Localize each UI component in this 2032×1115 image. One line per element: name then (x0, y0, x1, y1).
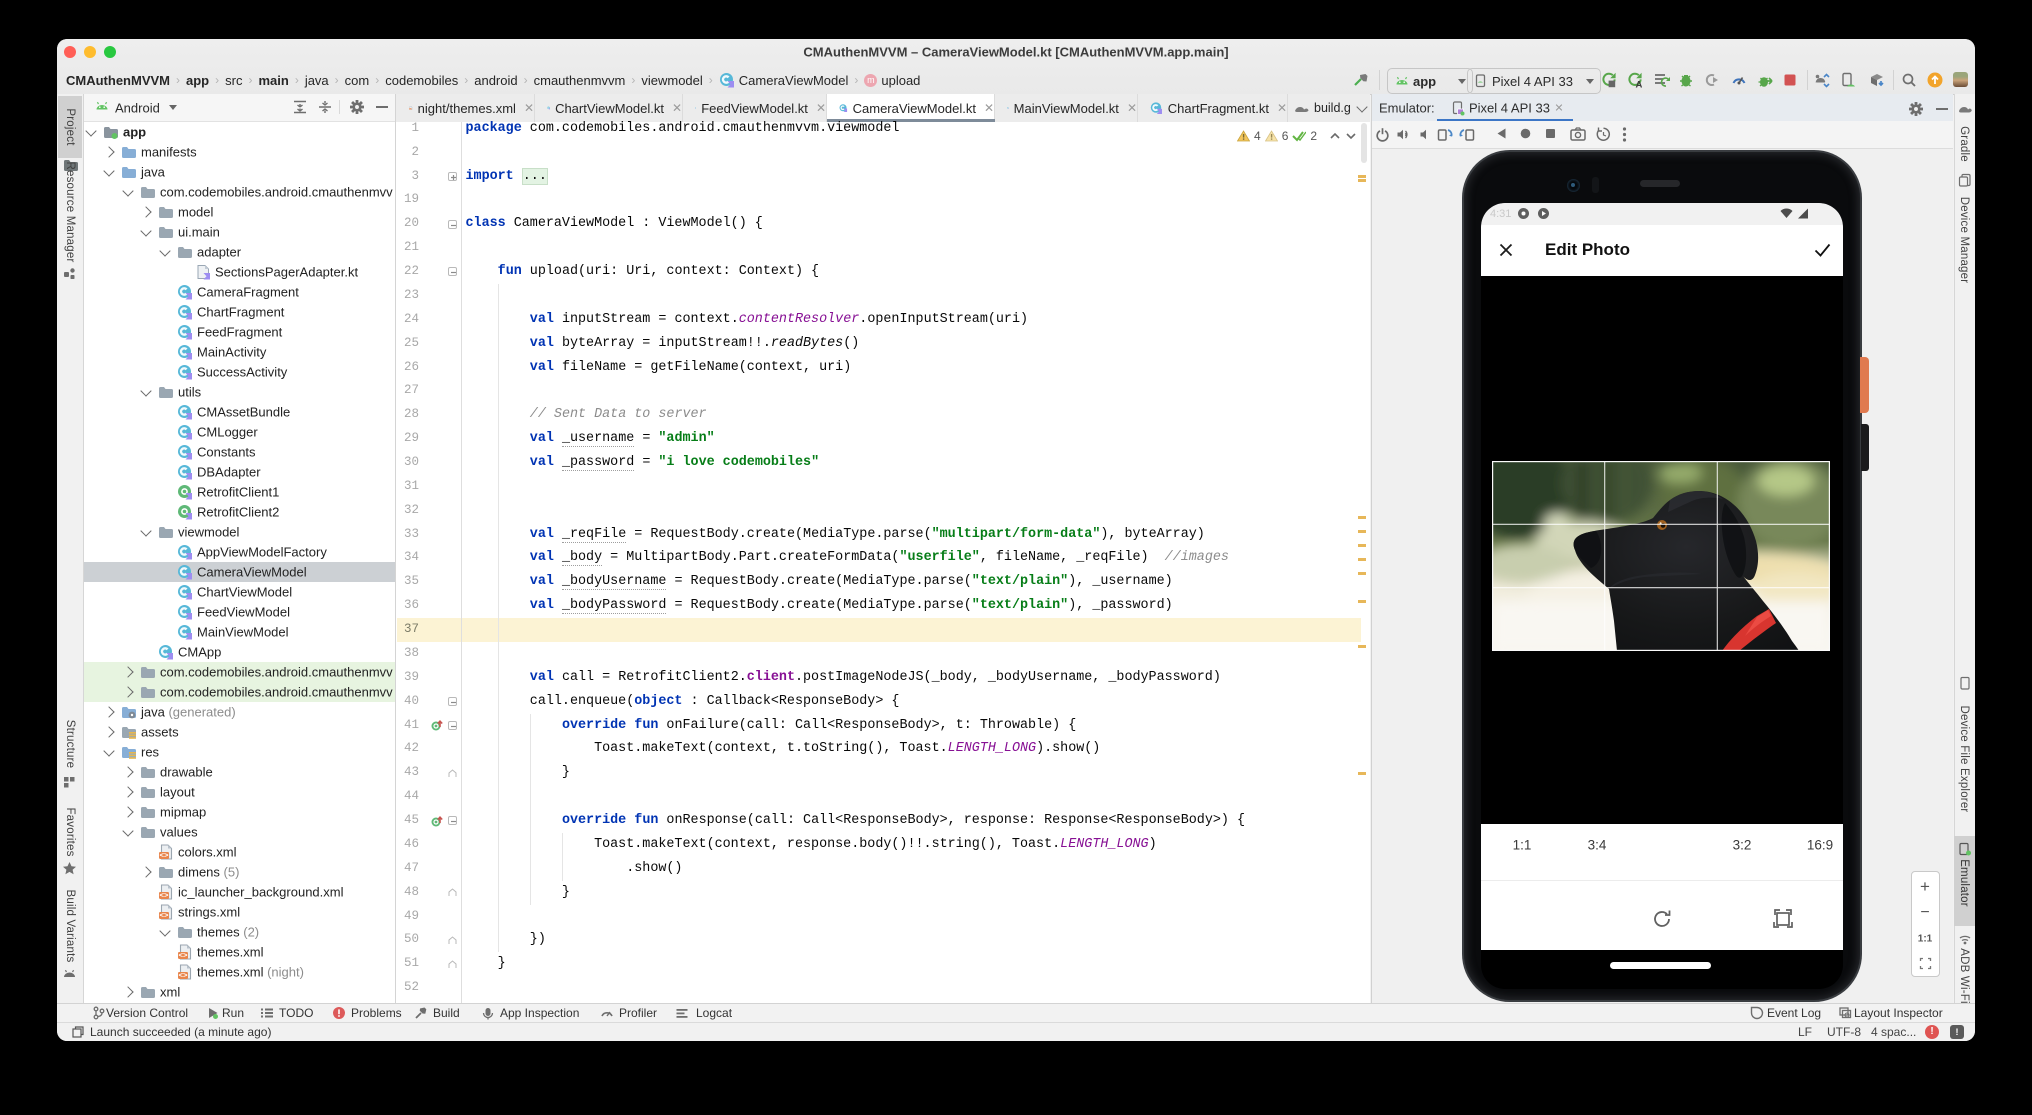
svg-text:<>: <> (159, 853, 169, 860)
svg-text:<>: <> (178, 973, 188, 980)
svg-text:<>: <> (178, 953, 188, 960)
svg-text:A: A (1636, 80, 1643, 89)
svg-text:<>: <> (159, 893, 169, 900)
svg-text:<>: <> (159, 913, 169, 920)
